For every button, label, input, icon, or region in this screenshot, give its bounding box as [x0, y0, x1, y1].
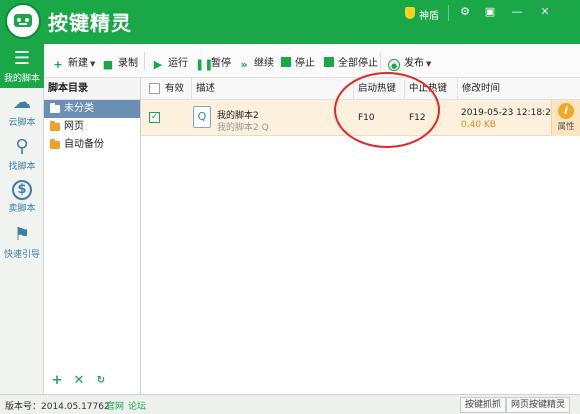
run-button[interactable]: ▶ 运行 [152, 54, 188, 71]
properties-button[interactable]: i 属性 [551, 100, 580, 136]
fast-forward-icon: » [240, 58, 248, 71]
modified-time: 2019-05-23 12:18:28 [461, 108, 557, 118]
nav-label: 找脚本 [8, 162, 36, 172]
shield-icon[interactable] [405, 7, 415, 19]
shield-label[interactable]: 神盾 [419, 7, 439, 22]
properties-label: 属性 [557, 122, 575, 132]
column-stop-hotkey[interactable]: 中止热键 [404, 78, 457, 100]
stop-button[interactable]: 停止 [281, 54, 315, 70]
skin-icon[interactable]: ▣ [481, 3, 499, 21]
stop-hotkey: F12 [409, 113, 426, 123]
folder-icon [50, 103, 60, 113]
add-folder-icon[interactable]: + [50, 374, 64, 388]
pause-icon: ❚❚ [195, 58, 214, 71]
refresh-icon[interactable]: ↻ [94, 374, 108, 388]
dollar-icon: $ [12, 180, 32, 200]
column-modified[interactable]: 修改时间 [457, 78, 580, 100]
nav-label: 我的脚本 [3, 74, 40, 84]
stop-all-icon [324, 57, 334, 67]
folder-icon [50, 139, 60, 149]
tree-actions: + ✕ ↻ [44, 374, 141, 390]
script-table: 有效 描述 启动热键 中止热键 修改时间 ✓ Q 我的脚本2 我的脚本2 Q F… [141, 72, 580, 394]
tree-item-uncategorized[interactable]: 未分类 [44, 100, 140, 118]
script-directory-panel: 脚本目录 未分类 网页 自动备份 + ✕ ↻ [44, 78, 141, 394]
pause-button[interactable]: ❚❚暂停 [195, 54, 231, 71]
forum-link[interactable]: 论坛 [128, 399, 146, 412]
script-subtitle: 我的脚本2 Q [217, 123, 269, 133]
nav-find-scripts[interactable]: ⚲ 找脚本 [0, 132, 44, 176]
list-icon: ☰ [13, 48, 31, 69]
delete-folder-icon[interactable]: ✕ [72, 374, 86, 388]
close-icon[interactable]: ✕ [536, 3, 554, 21]
nav-label: 快速引导 [3, 250, 40, 260]
camera-icon: ■ [102, 58, 114, 71]
table-row[interactable]: ✓ Q 我的脚本2 我的脚本2 Q F10 F12 2019-05-23 12:… [141, 100, 580, 136]
table-header: 有效 描述 启动热键 中止热键 修改时间 [141, 78, 580, 100]
web-macro-button[interactable]: 网页按键精灵 [506, 397, 571, 413]
gear-icon[interactable]: ⚙ [456, 3, 474, 21]
tree-header: 脚本目录 [44, 78, 140, 100]
title-bar: 按键精灵 神盾 ⚙ ▣ — ✕ [0, 0, 580, 44]
nav-cloud-scripts[interactable]: ☁ 云脚本 [0, 88, 44, 132]
toolbar: + 新建 ▼ ■ 录制 ▶ 运行 ❚❚暂停 » 继续 停止 全部停止 ● 发布 ▼ [44, 44, 580, 78]
toolbar-divider [144, 52, 145, 70]
nav-quick-guide[interactable]: ⚑ 快速引导 [0, 220, 44, 264]
script-file-icon: Q [193, 106, 211, 128]
status-bar: 版本号：2014.05.17762 官网 论坛 按键抓抓 网页按键精灵 [0, 394, 580, 414]
app-logo-icon [5, 3, 41, 39]
nav-label: 云脚本 [8, 118, 36, 128]
app-title: 按键精灵 [48, 11, 132, 35]
toolbar-divider [380, 52, 381, 70]
signpost-icon: ⚑ [13, 224, 31, 245]
select-all-checkbox[interactable] [149, 83, 160, 94]
cloud-icon: ☁ [13, 92, 31, 113]
start-hotkey: F10 [358, 113, 375, 123]
record-button[interactable]: ■ 录制 [102, 54, 138, 71]
hotkey-capture-button[interactable]: 按键抓抓 [460, 397, 507, 413]
publish-icon: ● [388, 59, 400, 71]
nav-label: 卖脚本 [8, 204, 36, 214]
publish-button[interactable]: ● 发布 ▼ [388, 54, 432, 71]
search-icon: ⚲ [15, 136, 29, 157]
tree-item-web[interactable]: 网页 [44, 118, 140, 136]
chevron-down-icon: ▼ [426, 60, 432, 68]
minimize-icon[interactable]: — [508, 3, 526, 21]
stop-all-button[interactable]: 全部停止 [324, 54, 378, 70]
info-icon: i [558, 103, 574, 119]
column-enabled[interactable]: 有效 [161, 78, 191, 100]
title-divider [448, 5, 449, 21]
version-text: 版本号：2014.05.17762 [5, 402, 110, 412]
row-enabled-checkbox[interactable]: ✓ [149, 112, 160, 123]
nav-sell-scripts[interactable]: $ 卖脚本 [0, 176, 44, 220]
nav-my-scripts[interactable]: ☰ 我的脚本 [0, 44, 44, 88]
tree-item-auto-backup[interactable]: 自动备份 [44, 136, 140, 154]
column-description[interactable]: 描述 [191, 78, 353, 100]
file-size: 0.40 KB [461, 120, 496, 130]
play-icon: ▶ [153, 58, 163, 71]
stop-icon [281, 57, 291, 67]
column-start-hotkey[interactable]: 启动热键 [353, 78, 404, 100]
resume-button[interactable]: » 继续 [238, 54, 274, 71]
new-button[interactable]: + 新建 ▼ [52, 54, 96, 71]
official-site-link[interactable]: 官网 [106, 399, 124, 412]
plus-icon: + [53, 58, 63, 71]
chevron-down-icon: ▼ [90, 60, 96, 68]
folder-icon [50, 121, 60, 131]
left-nav: ☰ 我的脚本 ☁ 云脚本 ⚲ 找脚本 $ 卖脚本 ⚑ 快速引导 [0, 44, 44, 394]
